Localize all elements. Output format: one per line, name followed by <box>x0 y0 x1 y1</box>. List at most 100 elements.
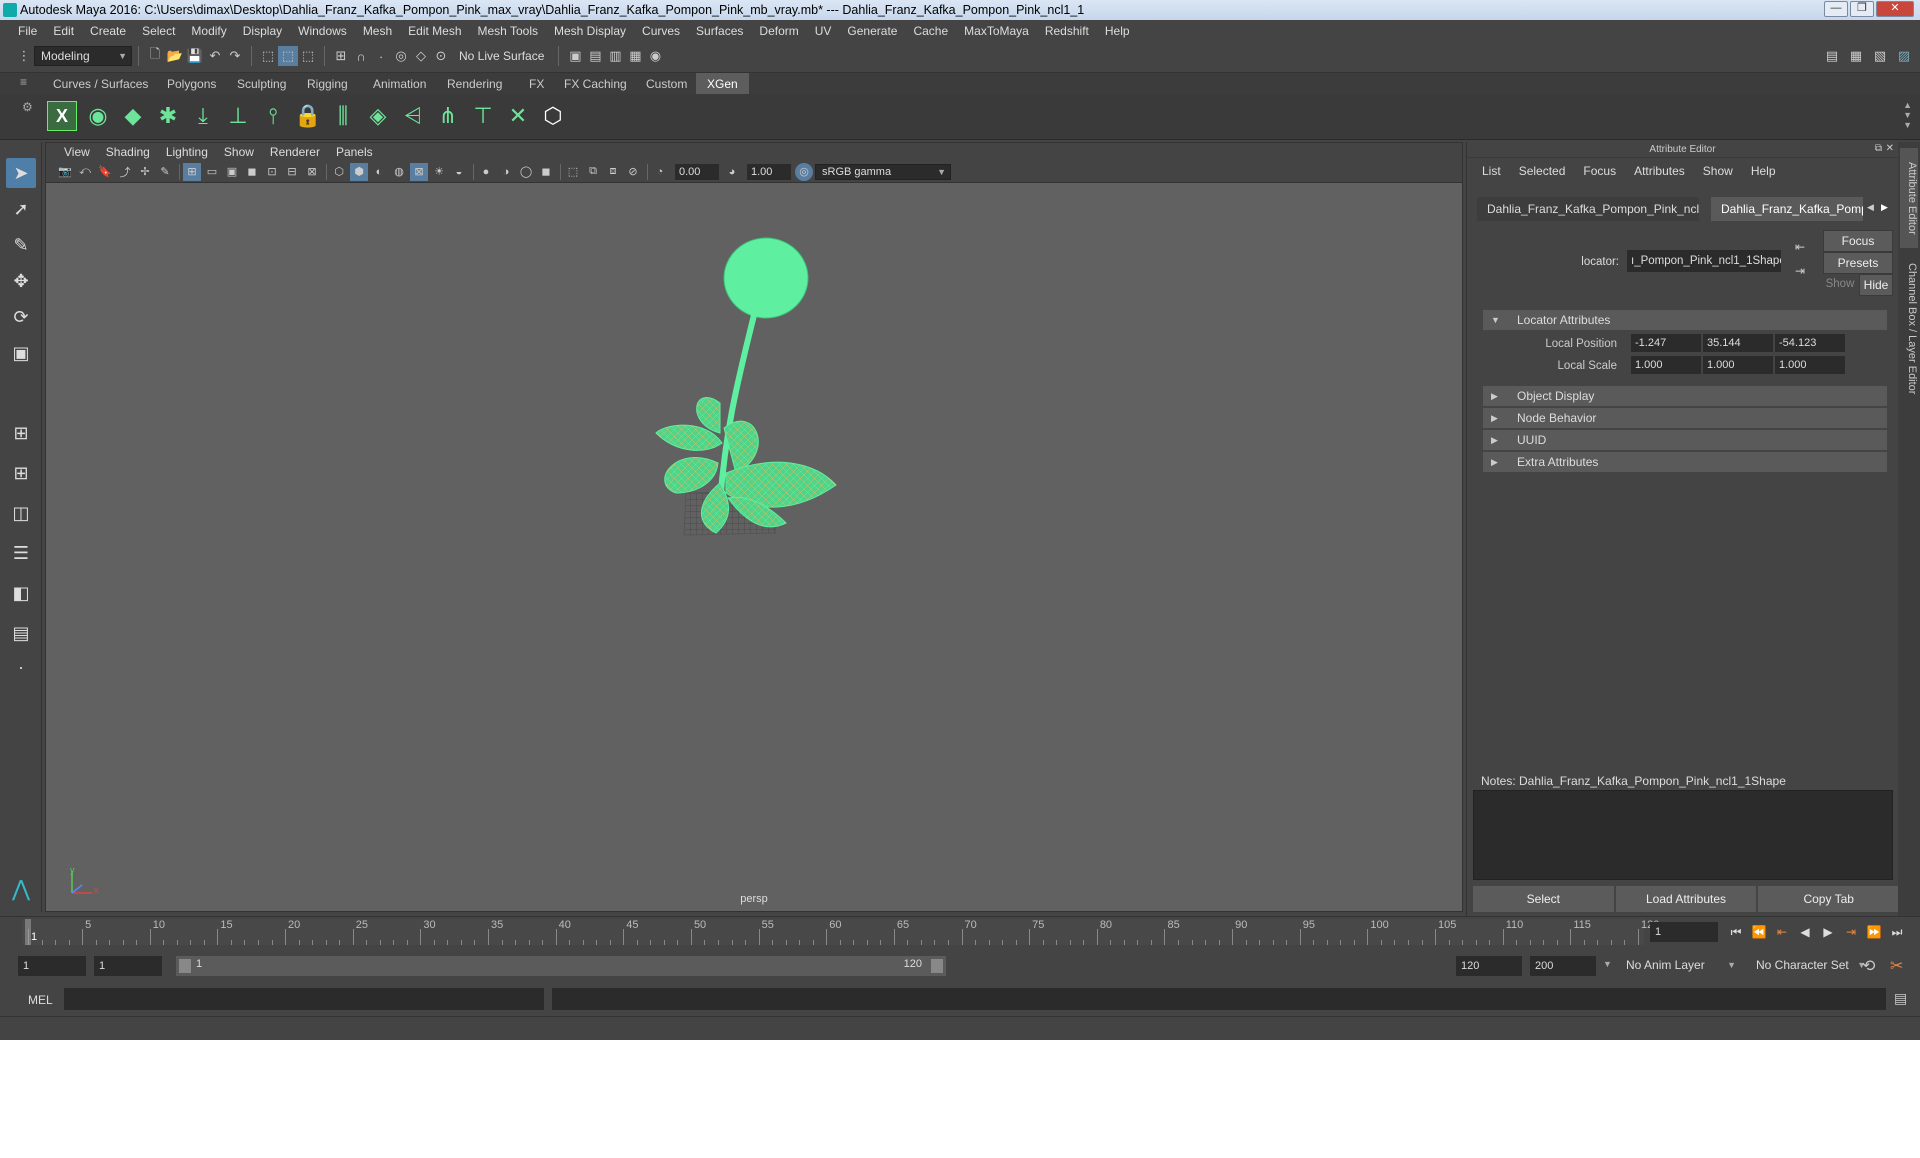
single-view-icon[interactable]: ⊞ <box>6 418 36 448</box>
menu-modify[interactable]: Modify <box>183 20 234 42</box>
textured-icon[interactable]: ◍ <box>390 163 408 181</box>
gate-mask-icon[interactable]: ◼ <box>243 163 261 181</box>
grid-icon[interactable]: ⊞ <box>183 162 201 181</box>
xgen-editor-icon[interactable]: X <box>47 101 77 131</box>
shelf-tab-rigging[interactable]: Rigging <box>296 73 359 95</box>
snap-grid-icon[interactable]: ⊞ <box>331 46 351 66</box>
open-scene-icon[interactable]: 📂 <box>165 46 185 66</box>
ambient-occlusion-icon[interactable]: ● <box>477 163 495 181</box>
current-frame-field[interactable]: 1 <box>1650 922 1718 942</box>
script-editor-icon[interactable]: ▤ <box>1894 990 1907 1007</box>
shelf-tab-rendering[interactable]: Rendering <box>436 73 513 95</box>
lasso-tool-icon[interactable]: ➚ <box>6 194 36 224</box>
new-scene-icon[interactable]: 🗋 <box>145 46 165 66</box>
presets-button[interactable]: Presets <box>1823 252 1893 274</box>
select-tool-icon[interactable]: ➤ <box>6 158 36 188</box>
view-transform-dropdown[interactable]: sRGB gamma <box>815 163 951 180</box>
tab-scroll-right-icon[interactable]: ▶ <box>1881 202 1888 213</box>
graph-layout-icon[interactable]: ◧ <box>6 578 36 608</box>
viewport-menu-view[interactable]: View <box>56 145 98 159</box>
hypershade-layout-icon[interactable]: ▤ <box>6 618 36 648</box>
section-object-display[interactable]: Object Display <box>1483 386 1887 406</box>
play-backwards-icon[interactable]: ◀ <box>1796 922 1814 942</box>
viewport-menu-panels[interactable]: Panels <box>328 145 381 159</box>
xgen-cut-icon[interactable]: ⊤ <box>468 101 498 131</box>
smooth-shade-icon[interactable]: ⬢ <box>350 162 368 181</box>
shelf-tab-custom[interactable]: Custom <box>635 73 698 95</box>
dahlia-flower-model[interactable] <box>636 223 916 593</box>
local-scale-x-field[interactable]: 1.000 <box>1631 356 1701 374</box>
anim-prefs-icon[interactable]: ✂ <box>1890 956 1903 976</box>
isolate-select-icon[interactable]: ⬚ <box>564 163 582 181</box>
menu-create[interactable]: Create <box>82 20 134 42</box>
hypershade-icon[interactable]: ◉ <box>645 46 665 66</box>
menu-mesh[interactable]: Mesh <box>355 20 400 42</box>
field-chart-icon[interactable]: ⊡ <box>263 163 281 181</box>
default-material-icon[interactable]: ◐ <box>370 163 388 181</box>
menu-set-dropdown[interactable]: Modeling <box>34 46 132 66</box>
character-set-dropdown[interactable]: No Character Set <box>1750 956 1870 976</box>
save-scene-icon[interactable]: 💾 <box>185 46 205 66</box>
node-name-field[interactable]: ı_Pompon_Pink_ncl1_1Shape <box>1627 250 1781 272</box>
viewport-menu-show[interactable]: Show <box>216 145 262 159</box>
viewport-menu-shading[interactable]: Shading <box>98 145 158 159</box>
menu-windows[interactable]: Windows <box>290 20 355 42</box>
resolution-gate-icon[interactable]: ▣ <box>223 163 241 181</box>
menu-surfaces[interactable]: Surfaces <box>688 20 751 42</box>
camera-attr-icon[interactable]: ⤺ <box>76 163 94 181</box>
ae-node-tab[interactable]: Dahlia_Franz_Kafka_Pompon_Pink_ncl1_1 <box>1477 197 1699 221</box>
notes-textarea[interactable] <box>1473 790 1893 880</box>
ae-menu-help[interactable]: Help <box>1742 164 1785 178</box>
menu-cache[interactable]: Cache <box>905 20 956 42</box>
menu-uv[interactable]: UV <box>807 20 840 42</box>
step-forward-frame-icon[interactable]: ⇥ <box>1842 922 1860 942</box>
go-to-end-icon[interactable]: ⏭ <box>1888 922 1906 942</box>
xray-icon[interactable]: ⧉ <box>584 163 602 181</box>
range-end-handle[interactable] <box>931 959 943 973</box>
current-time-indicator[interactable] <box>25 919 31 945</box>
command-input[interactable] <box>64 988 544 1010</box>
gamma-field[interactable]: 1.00 <box>747 163 791 180</box>
xgen-description-icon[interactable]: ◆ <box>118 101 148 131</box>
menu-select[interactable]: Select <box>134 20 183 42</box>
2d-pan-icon[interactable]: ✢ <box>136 163 154 181</box>
bookmark-icon[interactable]: 🔖 <box>96 163 114 181</box>
xgen-eye-icon[interactable]: ◉ <box>83 101 113 131</box>
go-to-input-icon[interactable]: ⇤ <box>1795 240 1805 254</box>
xray-joints-icon[interactable]: ⊘ <box>624 163 642 181</box>
xgen-noise-icon[interactable]: ⋔ <box>433 101 463 131</box>
xray-active-icon[interactable]: ⧈ <box>604 163 622 181</box>
menu-help[interactable]: Help <box>1097 20 1138 42</box>
select-object-icon[interactable]: ⬚ <box>278 46 298 66</box>
local-scale-y-field[interactable]: 1.000 <box>1703 356 1773 374</box>
xgen-delete-icon[interactable]: ✕ <box>503 101 533 131</box>
menu-generate[interactable]: Generate <box>839 20 905 42</box>
select-hierarchy-icon[interactable]: ⬚ <box>258 46 278 66</box>
shelf-scroll-icon[interactable]: ▲ ▼ ▼ <box>1903 100 1912 130</box>
workspace-icon[interactable]: ▤ <box>1822 46 1842 66</box>
section-uuid[interactable]: UUID <box>1483 430 1887 450</box>
shadows-icon[interactable]: ◒ <box>450 163 468 181</box>
local-position-y-field[interactable]: 35.144 <box>1703 334 1773 352</box>
shelf-tab-fx-caching[interactable]: FX Caching <box>553 73 638 95</box>
ae-menu-attributes[interactable]: Attributes <box>1625 164 1694 178</box>
section-node-behavior[interactable]: Node Behavior <box>1483 408 1887 428</box>
playback-end-field[interactable]: 120 <box>1456 956 1522 976</box>
menu-redshift[interactable]: Redshift <box>1037 20 1097 42</box>
step-forward-key-icon[interactable]: ⏩ <box>1865 922 1883 942</box>
xgen-add-guide-icon[interactable]: ⊥ <box>223 101 253 131</box>
shelf-tab-animation[interactable]: Animation <box>362 73 437 95</box>
xgen-sculpt-guide-icon[interactable]: ⫯ <box>258 101 288 131</box>
xgen-groom-icon[interactable]: ✱ <box>153 101 183 131</box>
auto-key-icon[interactable]: ⟲ <box>1862 956 1875 976</box>
range-slider[interactable]: 1 120 <box>176 956 946 976</box>
motion-blur-icon[interactable]: ◑ <box>497 163 515 181</box>
grease-pencil-icon[interactable]: ✎ <box>156 163 174 181</box>
ae-node-tab[interactable]: Dahlia_Franz_Kafka_Pompo <box>1711 197 1863 221</box>
snap-point-icon[interactable]: ∙ <box>371 46 391 66</box>
menu-mesh-tools[interactable]: Mesh Tools <box>470 20 546 42</box>
select-button[interactable]: Select <box>1473 886 1614 912</box>
menu-edit-mesh[interactable]: Edit Mesh <box>400 20 469 42</box>
ae-menu-selected[interactable]: Selected <box>1510 164 1575 178</box>
go-to-output-icon[interactable]: ⇥ <box>1795 264 1805 278</box>
